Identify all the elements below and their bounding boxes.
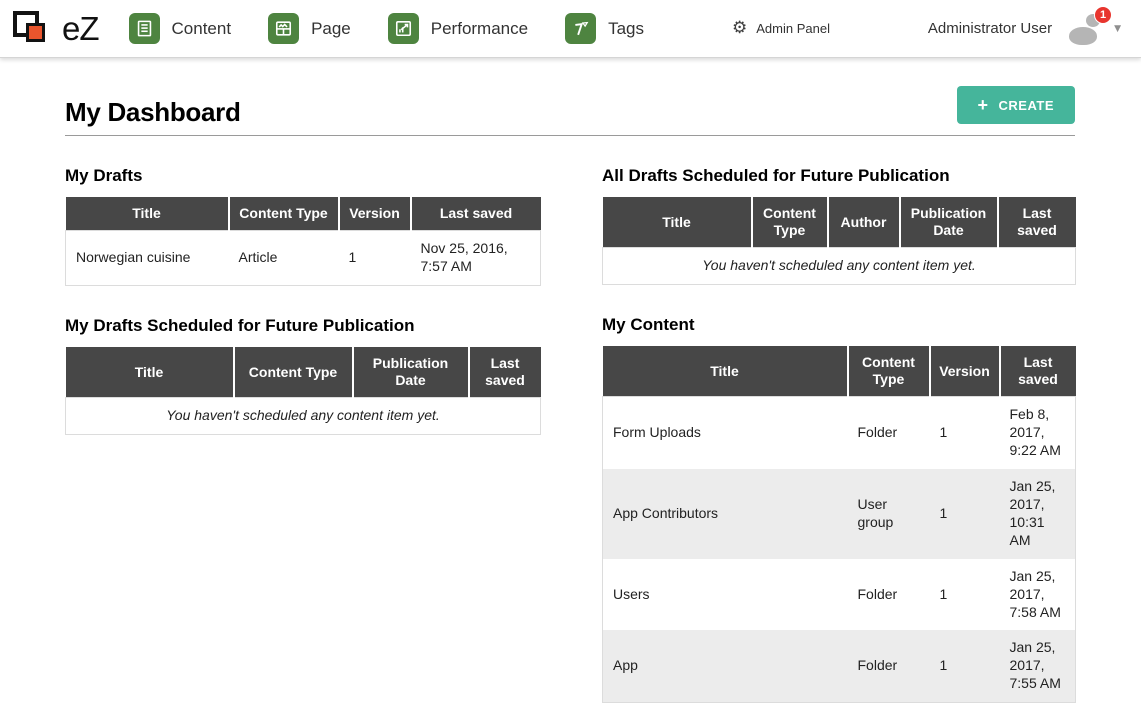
table-row[interactable]: UsersFolder1Jan 25, 2017, 7:58 AM: [603, 559, 1076, 631]
content-icon: [129, 13, 160, 44]
ez-logo-text: eZ: [62, 10, 99, 48]
table-row[interactable]: Norwegian cuisineArticle1Nov 25, 2016, 7…: [66, 231, 541, 286]
notification-badge[interactable]: 1: [1094, 6, 1112, 24]
my-drafts-scheduled-table: TitleContent TypePublication DateLast sa…: [65, 347, 541, 435]
empty-row: You haven't scheduled any content item y…: [603, 248, 1076, 285]
user-name[interactable]: Administrator User: [928, 20, 1052, 37]
table-header-row: TitleContent TypeAuthorPublication DateL…: [603, 197, 1076, 248]
admin-panel-button[interactable]: ⚙ Admin Panel: [732, 20, 830, 37]
performance-icon: [388, 13, 419, 44]
column-header: Last saved: [998, 197, 1076, 248]
table-cell: Norwegian cuisine: [66, 231, 229, 286]
table-cell: 1: [930, 397, 1000, 469]
table-cell: Jan 25, 2017, 7:58 AM: [1000, 559, 1076, 631]
chevron-down-icon[interactable]: ▼: [1114, 24, 1121, 34]
table-cell: 1: [930, 559, 1000, 631]
nav-label-content: Content: [172, 19, 232, 39]
column-header: Title: [66, 197, 229, 231]
nav-label-tags: Tags: [608, 19, 644, 39]
column-header: Title: [66, 347, 234, 398]
empty-message: You haven't scheduled any content item y…: [66, 398, 541, 435]
logo-square-orange: [26, 23, 45, 42]
top-navbar: eZ Content Page: [0, 0, 1141, 58]
left-column: My Drafts TitleContent TypeVersionLast s…: [65, 166, 540, 703]
right-column: All Drafts Scheduled for Future Publicat…: [602, 166, 1075, 703]
gear-icon: ⚙: [732, 20, 747, 37]
table-cell: User group: [848, 469, 930, 559]
table-cell: Feb 8, 2017, 9:22 AM: [1000, 397, 1076, 469]
section-heading-my-drafts-scheduled: My Drafts Scheduled for Future Publicati…: [65, 316, 540, 336]
empty-message: You haven't scheduled any content item y…: [603, 248, 1076, 285]
nav-item-tags[interactable]: Tags: [565, 13, 644, 44]
column-header: Title: [603, 346, 848, 397]
page-icon: [268, 13, 299, 44]
dashboard-page: My Dashboard + CREATE My Drafts TitleCon…: [0, 58, 1141, 703]
table-cell: Users: [603, 559, 848, 631]
table-cell: Folder: [848, 397, 930, 469]
table-cell: Article: [229, 231, 339, 286]
user-silhouette-icon[interactable]: 1: [1068, 13, 1106, 45]
section-heading-my-content: My Content: [602, 315, 1075, 335]
table-row[interactable]: Form UploadsFolder1Feb 8, 2017, 9:22 AM: [603, 397, 1076, 469]
column-header: Content Type: [752, 197, 828, 248]
admin-panel-label: Admin Panel: [756, 21, 830, 36]
column-header: Content Type: [229, 197, 339, 231]
column-header: Title: [603, 197, 752, 248]
nav-item-page[interactable]: Page: [268, 13, 351, 44]
section-heading-all-drafts-scheduled: All Drafts Scheduled for Future Publicat…: [602, 166, 1075, 186]
column-header: Version: [339, 197, 411, 231]
column-header: Version: [930, 346, 1000, 397]
table-header-row: TitleContent TypePublication DateLast sa…: [66, 347, 541, 398]
nav-item-content[interactable]: Content: [129, 13, 232, 44]
column-header: Last saved: [411, 197, 541, 231]
table-cell: App Contributors: [603, 469, 848, 559]
column-header: Content Type: [234, 347, 353, 398]
column-header: Last saved: [469, 347, 541, 398]
my-content-table: TitleContent TypeVersionLast saved Form …: [602, 346, 1076, 703]
table-row[interactable]: App ContributorsUser group1Jan 25, 2017,…: [603, 469, 1076, 559]
plus-icon: +: [978, 97, 989, 113]
column-header: Content Type: [848, 346, 930, 397]
all-drafts-scheduled-table: TitleContent TypeAuthorPublication DateL…: [602, 197, 1076, 285]
table-cell: 1: [339, 231, 411, 286]
table-cell: Jan 25, 2017, 10:31 AM: [1000, 469, 1076, 559]
column-header: Publication Date: [900, 197, 998, 248]
table-header-row: TitleContent TypeVersionLast saved: [603, 346, 1076, 397]
nav-item-performance[interactable]: Performance: [388, 13, 528, 44]
page-title: My Dashboard: [65, 97, 241, 128]
create-button[interactable]: + CREATE: [957, 86, 1076, 124]
avatar-torso: [1069, 27, 1097, 45]
table-cell: Nov 25, 2016, 7:57 AM: [411, 231, 541, 286]
column-header: Publication Date: [353, 347, 469, 398]
empty-row: You haven't scheduled any content item y…: [66, 398, 541, 435]
dashboard-grid: My Drafts TitleContent TypeVersionLast s…: [65, 166, 1075, 703]
column-header: Last saved: [1000, 346, 1076, 397]
nav-label-performance: Performance: [431, 19, 528, 39]
ez-logo-icon: [10, 6, 62, 52]
ez-logo[interactable]: eZ: [10, 6, 99, 52]
main-navigation: Content Page: [129, 13, 645, 44]
table-header-row: TitleContent TypeVersionLast saved: [66, 197, 541, 231]
create-button-label: CREATE: [999, 98, 1054, 113]
table-cell: 1: [930, 469, 1000, 559]
page-header: My Dashboard + CREATE: [65, 86, 1075, 136]
my-drafts-table: TitleContent TypeVersionLast saved Norwe…: [65, 197, 541, 286]
tags-icon: [565, 13, 596, 44]
nav-label-page: Page: [311, 19, 351, 39]
table-cell: Form Uploads: [603, 397, 848, 469]
column-header: Author: [828, 197, 900, 248]
user-menu: Administrator User 1 ▼: [928, 13, 1121, 45]
section-heading-my-drafts: My Drafts: [65, 166, 540, 186]
table-cell: Folder: [848, 559, 930, 631]
